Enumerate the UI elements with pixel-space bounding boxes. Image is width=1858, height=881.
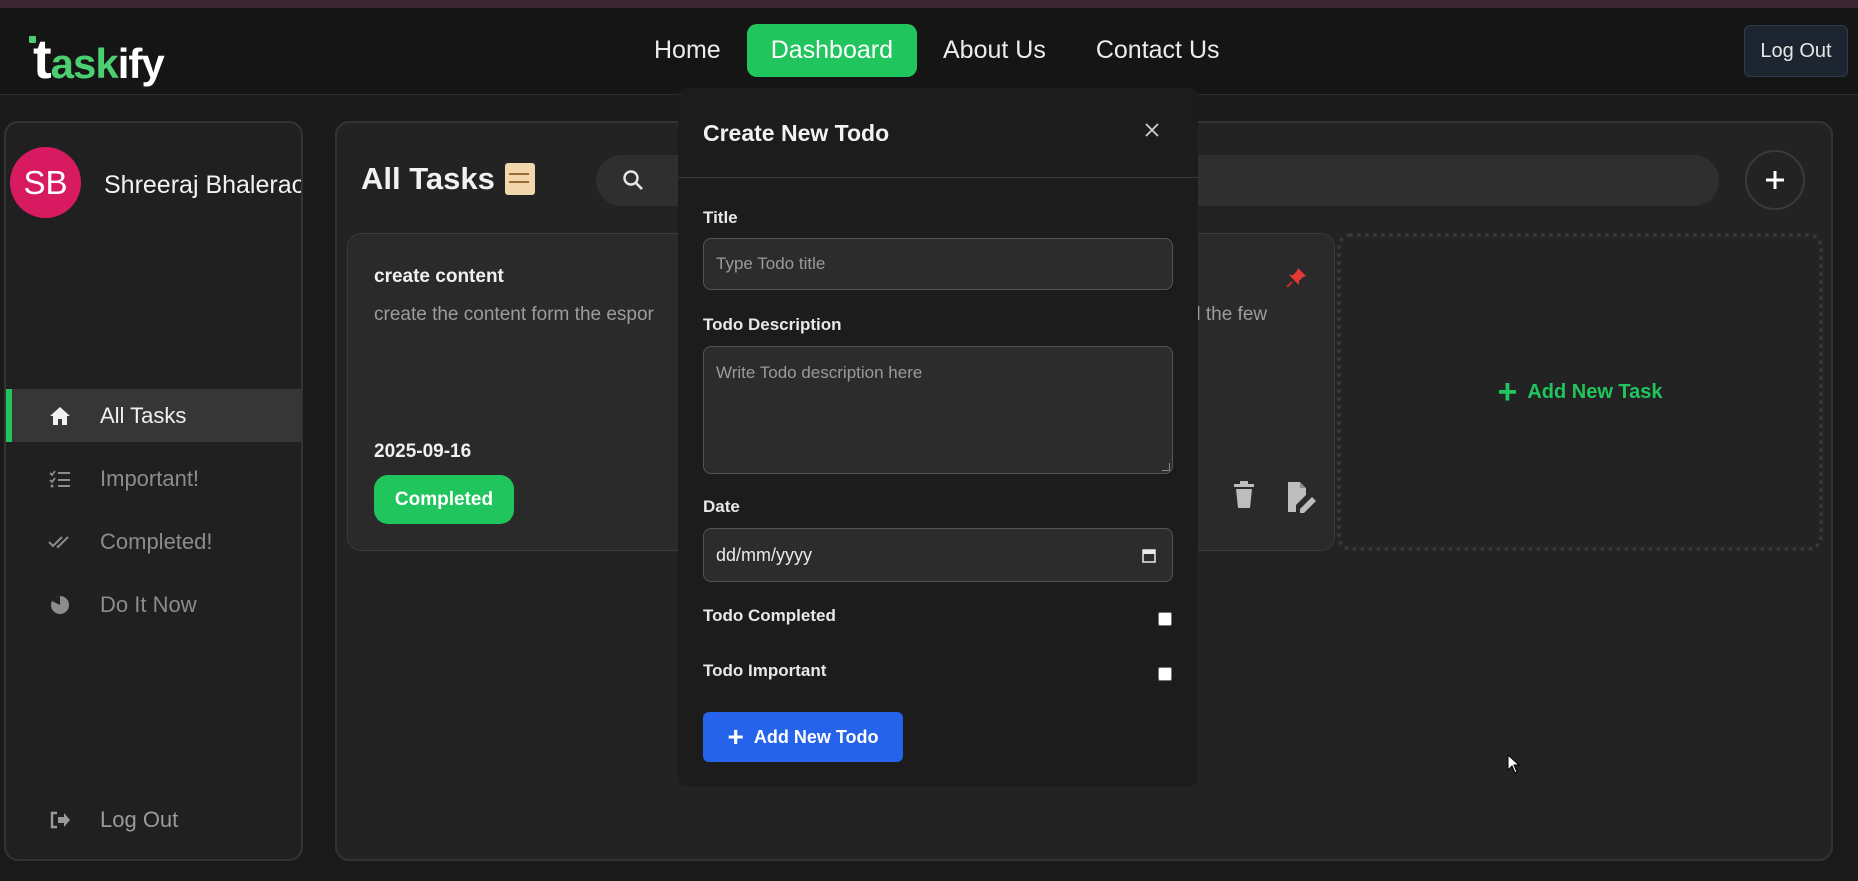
todo-date-input[interactable]: dd/mm/yyyy bbox=[703, 528, 1173, 582]
modal-title: Create New Todo bbox=[703, 120, 890, 146]
logo-dot bbox=[29, 36, 36, 43]
date-label: Date bbox=[703, 497, 740, 516]
avatar[interactable]: SB bbox=[10, 147, 81, 218]
sidebar-logout-button[interactable]: Log Out bbox=[44, 807, 178, 833]
search-icon bbox=[622, 169, 644, 196]
important-checkbox[interactable] bbox=[1158, 667, 1172, 681]
sidebar-item-label: Do It Now bbox=[100, 591, 197, 617]
close-icon[interactable] bbox=[1144, 122, 1160, 143]
edit-icon[interactable] bbox=[1286, 481, 1318, 518]
top-navbar: t ask ify Home Dashboard About Us Contact … bbox=[0, 8, 1858, 95]
todo-title-placeholder: Type Todo title bbox=[716, 254, 826, 273]
pie-icon bbox=[44, 593, 76, 617]
completed-checkbox[interactable] bbox=[1158, 612, 1172, 626]
completed-label: Todo Completed bbox=[703, 606, 836, 625]
window-top-strip bbox=[0, 0, 1858, 8]
sidebar-item-all-tasks[interactable]: All Tasks bbox=[6, 389, 301, 442]
add-new-task-tile[interactable]: + Add New Task bbox=[1337, 233, 1823, 551]
resize-handle-icon[interactable] bbox=[1162, 463, 1170, 471]
trash-icon[interactable] bbox=[1233, 481, 1255, 514]
logo-text: t ask ify bbox=[26, 31, 165, 88]
sidebar-item-label: All Tasks bbox=[100, 402, 187, 428]
description-label: Todo Description bbox=[703, 315, 842, 334]
sidebar-menu: All Tasks Important! Completed! Do It No… bbox=[6, 389, 301, 641]
todo-date-placeholder: dd/mm/yyyy bbox=[716, 544, 813, 565]
nav-link-dashboard[interactable]: Dashboard bbox=[746, 24, 917, 77]
pin-icon[interactable] bbox=[1286, 266, 1308, 293]
modal-header: Create New Todo bbox=[678, 88, 1198, 178]
sidebar-logout-label: Log Out bbox=[100, 807, 179, 832]
todo-description-textarea[interactable]: Write Todo description here bbox=[703, 346, 1173, 474]
task-title: create content bbox=[374, 266, 504, 287]
task-date: 2025-09-16 bbox=[374, 441, 472, 462]
task-description-text: create the content form the espor bbox=[374, 304, 654, 325]
nav-links: Home Dashboard About Us Contact Us bbox=[630, 24, 1246, 77]
page-title-text: All Tasks bbox=[361, 161, 495, 196]
add-new-task-label: Add New Task bbox=[1527, 380, 1663, 403]
mouse-cursor-icon bbox=[1507, 753, 1521, 779]
important-label: Todo Important bbox=[703, 661, 827, 680]
list-check-icon bbox=[44, 467, 76, 491]
home-icon bbox=[44, 404, 76, 428]
sidebar-item-do-it-now[interactable]: Do It Now bbox=[6, 578, 301, 631]
add-task-round-button[interactable] bbox=[1745, 150, 1805, 210]
nav-link-about-us[interactable]: About Us bbox=[919, 24, 1070, 77]
logout-icon bbox=[44, 808, 76, 832]
plus-icon: + bbox=[727, 721, 744, 752]
sidebar-item-label: Important! bbox=[100, 465, 200, 491]
scroll-icon bbox=[504, 163, 535, 195]
add-new-todo-label: Add New Todo bbox=[753, 726, 879, 747]
plus-icon: + bbox=[1497, 373, 1518, 411]
sidebar-item-important[interactable]: Important! bbox=[6, 452, 301, 505]
username: Shreeraj Bhalerao bbox=[104, 171, 303, 199]
sidebar-item-completed[interactable]: Completed! bbox=[6, 515, 301, 568]
todo-title-input[interactable]: Type Todo title bbox=[703, 238, 1173, 290]
title-label: Title bbox=[703, 208, 738, 227]
add-new-todo-button[interactable]: + Add New Todo bbox=[703, 712, 903, 762]
taskify-logo[interactable]: t ask ify bbox=[26, 18, 165, 88]
page-title: All Tasks bbox=[361, 161, 535, 197]
nav-link-contact-us[interactable]: Contact Us bbox=[1072, 24, 1244, 77]
sidebar-item-label: Completed! bbox=[100, 528, 213, 554]
navbar-logout-button[interactable]: Log Out bbox=[1744, 25, 1848, 77]
status-badge[interactable]: Completed bbox=[374, 475, 514, 524]
sidebar: SB Shreeraj Bhalerao All Tasks Important… bbox=[4, 121, 303, 861]
logo-ify: ify bbox=[117, 40, 165, 87]
plus-icon bbox=[1766, 171, 1784, 189]
nav-link-home[interactable]: Home bbox=[630, 24, 745, 77]
create-todo-modal: Create New Todo Title Type Todo title To… bbox=[678, 88, 1198, 786]
double-check-icon bbox=[44, 530, 76, 554]
todo-description-placeholder: Write Todo description here bbox=[716, 363, 923, 382]
logo-ask: ask bbox=[50, 40, 119, 87]
calendar-icon[interactable] bbox=[1142, 547, 1156, 568]
